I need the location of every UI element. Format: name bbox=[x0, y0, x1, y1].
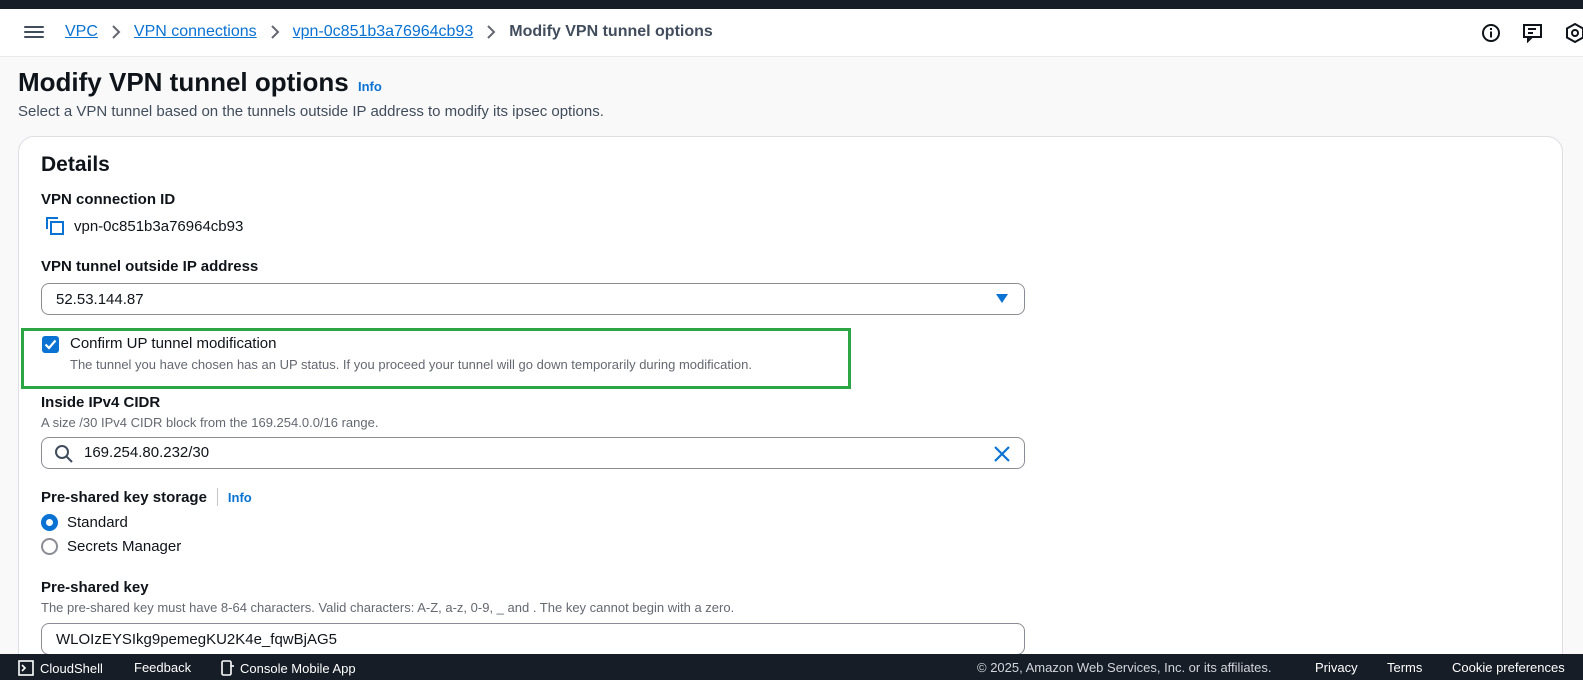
info-icon[interactable] bbox=[1479, 21, 1503, 45]
breadcrumb-bar: VPC VPN connections vpn-0c851b3a76964cb9… bbox=[0, 9, 1583, 57]
radio-secrets-manager-label: Secrets Manager bbox=[67, 538, 182, 555]
details-title: Details bbox=[41, 153, 110, 176]
cloudshell-icon bbox=[18, 660, 34, 676]
privacy-label: Privacy bbox=[1315, 660, 1358, 675]
divider bbox=[216, 488, 218, 506]
psk-storage-label: Pre-shared key storage bbox=[41, 488, 207, 506]
psk-label: Pre-shared key bbox=[41, 579, 149, 596]
breadcrumb-vpn-connections[interactable]: VPN connections bbox=[134, 23, 257, 41]
top-navigation-bar bbox=[0, 0, 1583, 9]
radio-unselected-icon bbox=[41, 538, 58, 555]
cloudshell-button[interactable]: CloudShell bbox=[18, 660, 103, 676]
cookie-label: Cookie preferences bbox=[1452, 660, 1565, 675]
page-description: Select a VPN tunnel based on the tunnels… bbox=[18, 103, 604, 120]
settings-hexagon-icon[interactable] bbox=[1563, 21, 1583, 45]
psk-description: The pre-shared key must have 8-64 charac… bbox=[41, 600, 735, 615]
cookie-preferences-link[interactable]: Cookie preferences bbox=[1452, 660, 1565, 675]
vpn-connection-id-row: vpn-0c851b3a76964cb93 bbox=[45, 216, 243, 236]
confirm-modification-checkbox[interactable] bbox=[42, 336, 59, 353]
main-content: Modify VPN tunnel options Info Select a … bbox=[0, 57, 1583, 654]
feedback-link[interactable]: Feedback bbox=[134, 660, 191, 675]
inside-cidr-description: A size /30 IPv4 CIDR block from the 169.… bbox=[41, 415, 379, 430]
cloudshell-label: CloudShell bbox=[40, 660, 103, 676]
chevron-right-icon bbox=[270, 25, 280, 39]
psk-storage-label-row: Pre-shared key storage Info bbox=[41, 488, 252, 506]
copy-icon[interactable] bbox=[45, 216, 65, 236]
vpn-connection-id-value: vpn-0c851b3a76964cb93 bbox=[74, 217, 244, 235]
menu-icon[interactable] bbox=[24, 23, 44, 43]
breadcrumb-vpn-id[interactable]: vpn-0c851b3a76964cb93 bbox=[293, 23, 474, 41]
outside-ip-label: VPN tunnel outside IP address bbox=[41, 258, 259, 275]
terms-link[interactable]: Terms bbox=[1387, 660, 1422, 675]
clear-icon[interactable] bbox=[992, 444, 1012, 464]
breadcrumb: VPC VPN connections vpn-0c851b3a76964cb9… bbox=[65, 23, 713, 41]
terms-label: Terms bbox=[1387, 660, 1423, 675]
checkmark-icon bbox=[44, 339, 57, 350]
psk-value: WLOIzEYSIkg9pemegKU2K4e_fqwBjAG5 bbox=[56, 630, 337, 648]
confirm-modification-label: Confirm UP tunnel modification bbox=[70, 335, 277, 352]
privacy-link[interactable]: Privacy bbox=[1315, 660, 1358, 675]
title-info-link[interactable]: Info bbox=[358, 79, 382, 94]
radio-standard-label: Standard bbox=[67, 514, 128, 531]
outside-ip-select[interactable]: 52.53.144.87 bbox=[41, 283, 1025, 315]
chevron-right-icon bbox=[486, 25, 496, 39]
breadcrumb-vpc[interactable]: VPC bbox=[65, 23, 98, 41]
header-tools bbox=[1461, 21, 1583, 45]
page-title: Modify VPN tunnel options bbox=[18, 67, 349, 97]
feedback-icon[interactable] bbox=[1521, 21, 1545, 45]
radio-selected-icon bbox=[41, 514, 58, 531]
caret-down-icon bbox=[996, 294, 1008, 303]
confirm-modification-description: The tunnel you have chosen has an UP sta… bbox=[70, 357, 752, 372]
inside-cidr-label: Inside IPv4 CIDR bbox=[41, 394, 161, 411]
breadcrumb-current: Modify VPN tunnel options bbox=[509, 23, 713, 40]
vpn-connection-id-label: VPN connection ID bbox=[41, 191, 176, 208]
footer: CloudShell Feedback Console Mobile App ©… bbox=[0, 654, 1583, 680]
chevron-right-icon bbox=[111, 25, 121, 39]
mobile-app-icon bbox=[221, 660, 234, 676]
details-container: Details VPN connection ID vpn-0c851b3a76… bbox=[18, 136, 1563, 654]
psk-storage-info-link[interactable]: Info bbox=[228, 490, 252, 505]
console-mobile-app-link[interactable]: Console Mobile App bbox=[221, 660, 356, 676]
radio-secrets-manager[interactable]: Secrets Manager bbox=[41, 538, 181, 555]
confirm-modification-highlight: Confirm UP tunnel modification The tunne… bbox=[21, 328, 851, 389]
inside-cidr-field bbox=[41, 437, 1025, 469]
outside-ip-value: 52.53.144.87 bbox=[56, 290, 144, 308]
search-icon bbox=[54, 444, 74, 464]
mobile-app-label: Console Mobile App bbox=[240, 660, 356, 676]
copyright-text: © 2025, Amazon Web Services, Inc. or its… bbox=[977, 660, 1272, 675]
radio-standard[interactable]: Standard bbox=[41, 514, 128, 531]
psk-input[interactable]: WLOIzEYSIkg9pemegKU2K4e_fqwBjAG5 bbox=[41, 623, 1025, 654]
inside-cidr-input[interactable] bbox=[84, 444, 964, 461]
feedback-label: Feedback bbox=[134, 660, 192, 675]
